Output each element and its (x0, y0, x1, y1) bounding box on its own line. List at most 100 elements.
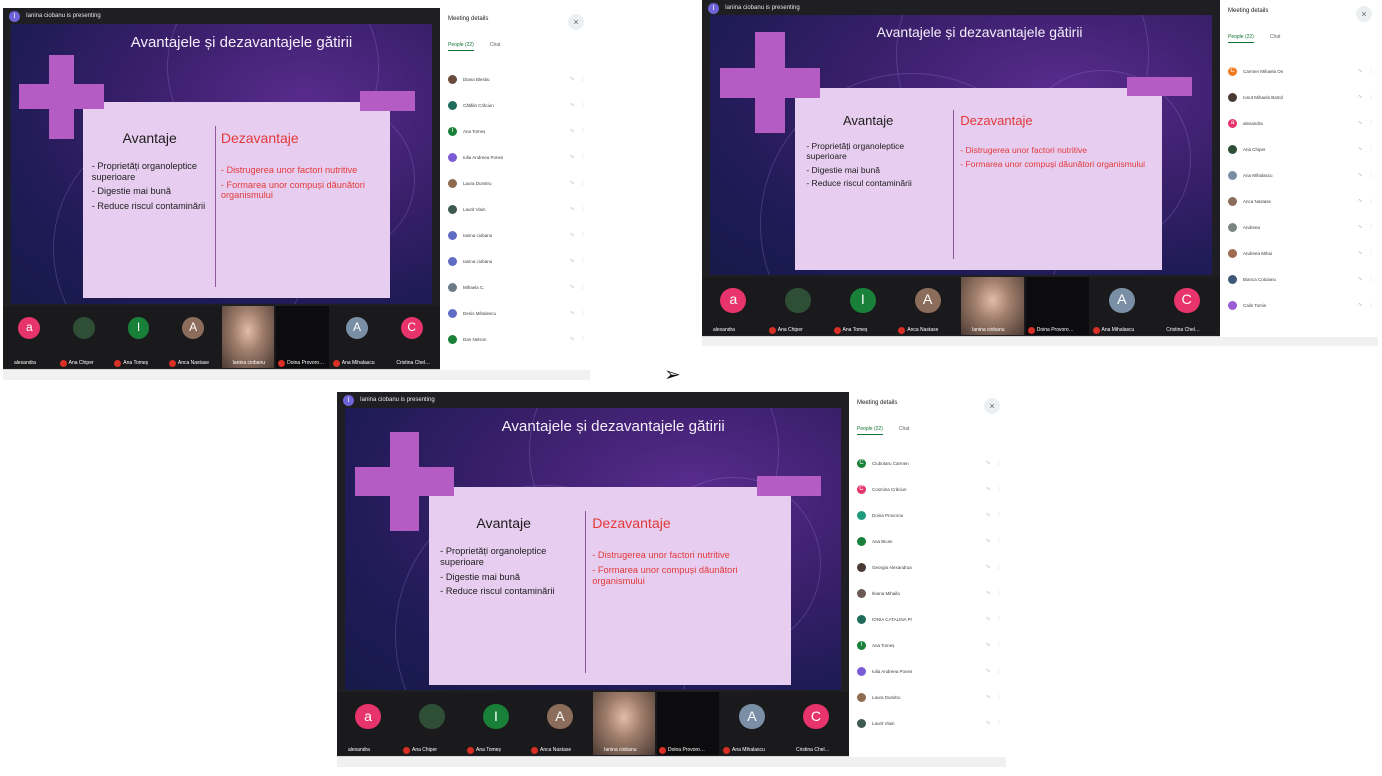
more-options-icon[interactable]: ⋮ (580, 180, 586, 186)
participant-tile[interactable]: Doina Provoro… (276, 306, 329, 368)
more-options-icon[interactable]: ⋮ (1368, 68, 1374, 74)
mic-icon[interactable]: ∿ (570, 154, 580, 160)
more-options-icon[interactable]: ⋮ (1368, 120, 1374, 126)
more-options-icon[interactable]: ⋮ (996, 486, 1002, 492)
participant-row[interactable]: C Cosmina Crăciun ∿ ⋮ (857, 476, 1002, 502)
more-options-icon[interactable]: ⋮ (580, 336, 586, 342)
participant-tile[interactable]: I Ana Tomeș (112, 306, 165, 368)
participant-tile[interactable]: Ianina ciobanu (221, 306, 275, 368)
participant-tile[interactable]: A Anca Nastase (167, 306, 220, 368)
mic-icon[interactable]: ∿ (570, 102, 580, 108)
tab-chat[interactable]: Chat (1270, 34, 1281, 43)
mic-icon[interactable]: ∿ (986, 564, 996, 570)
mic-icon[interactable]: ∿ (1358, 198, 1368, 204)
participant-row[interactable]: Laurit Vlain ∿ ⋮ (857, 710, 1002, 736)
more-options-icon[interactable]: ⋮ (996, 538, 1002, 544)
more-options-icon[interactable]: ⋮ (996, 564, 1002, 570)
more-options-icon[interactable]: ⋮ (996, 694, 1002, 700)
participant-tile[interactable]: Doina Provoro… (1025, 277, 1089, 335)
participant-tile[interactable]: C Cristina Chel… (785, 692, 847, 755)
mic-icon[interactable]: ∿ (570, 180, 580, 186)
more-options-icon[interactable]: ⋮ (580, 310, 586, 316)
participant-row[interactable]: C Ciubotaru Carmen ∿ ⋮ (857, 450, 1002, 476)
more-options-icon[interactable]: ⋮ (580, 154, 586, 160)
mic-icon[interactable]: ∿ (570, 206, 580, 212)
mic-icon[interactable]: ∿ (986, 694, 996, 700)
participant-tile[interactable]: A Ana Mihalascu (721, 692, 783, 755)
more-options-icon[interactable]: ⋮ (1368, 276, 1374, 282)
participant-tile[interactable]: A Ana Mihalascu (331, 306, 384, 368)
participant-tile[interactable]: Ianina ciobanu (593, 692, 655, 755)
mic-icon[interactable]: ∿ (1358, 224, 1368, 230)
tab-people[interactable]: People (22) (857, 426, 883, 435)
mic-icon[interactable]: ∿ (1358, 276, 1368, 282)
mic-icon[interactable]: ∿ (986, 538, 996, 544)
participant-row[interactable]: Calin Tomin ∿ ⋮ (1228, 292, 1374, 318)
mic-icon[interactable]: ∿ (986, 590, 996, 596)
mic-icon[interactable]: ∿ (1358, 94, 1368, 100)
more-options-icon[interactable]: ⋮ (580, 232, 586, 238)
mic-icon[interactable]: ∿ (1358, 68, 1368, 74)
mic-icon[interactable]: ∿ (986, 616, 996, 622)
participant-row[interactable]: Diana Blestiu ∿ ⋮ (448, 66, 586, 92)
mic-icon[interactable]: ∿ (1358, 120, 1368, 126)
mic-icon[interactable]: ∿ (986, 512, 996, 518)
more-options-icon[interactable]: ⋮ (1368, 198, 1374, 204)
participant-row[interactable]: Iulia Andreea Ponea ∿ ⋮ (857, 658, 1002, 684)
participant-tile[interactable]: a alexandra (337, 692, 399, 755)
participant-tile[interactable]: Ana Chiper (401, 692, 463, 755)
participant-row[interactable]: Laura Dumitru ∿ ⋮ (448, 170, 586, 196)
tab-people[interactable]: People (22) (1228, 34, 1254, 43)
mic-icon[interactable]: ∿ (1358, 302, 1368, 308)
more-options-icon[interactable]: ⋮ (996, 642, 1002, 648)
participant-row[interactable]: a alexandra ∿ ⋮ (1228, 110, 1374, 136)
participant-row[interactable]: Anca Nastase ∿ ⋮ (1228, 188, 1374, 214)
mic-icon[interactable]: ∿ (986, 720, 996, 726)
mic-icon[interactable]: ∿ (1358, 146, 1368, 152)
mic-icon[interactable]: ∿ (570, 232, 580, 238)
participant-tile[interactable]: A Ana Mihalascu (1091, 277, 1154, 335)
participant-row[interactable]: I Ana Tomeș ∿ ⋮ (448, 118, 586, 144)
mic-icon[interactable]: ∿ (986, 668, 996, 674)
participant-row[interactable]: Bianca Cotoianu ∿ ⋮ (1228, 266, 1374, 292)
participant-row[interactable]: Andreea Mihai ∿ ⋮ (1228, 240, 1374, 266)
participant-row[interactable]: I Ana Tomeș ∿ ⋮ (857, 632, 1002, 658)
more-options-icon[interactable]: ⋮ (580, 102, 586, 108)
participant-row[interactable]: Laura Dumitru ∿ ⋮ (857, 684, 1002, 710)
tab-chat[interactable]: Chat (490, 42, 501, 51)
mic-icon[interactable]: ∿ (1358, 172, 1368, 178)
more-options-icon[interactable]: ⋮ (1368, 94, 1374, 100)
mic-icon[interactable]: ∿ (570, 128, 580, 134)
close-panel-button[interactable]: × (1356, 6, 1372, 22)
mic-icon[interactable]: ∿ (570, 76, 580, 82)
participant-tile[interactable]: Ianina ciobanu (961, 277, 1024, 335)
more-options-icon[interactable]: ⋮ (580, 258, 586, 264)
participant-row[interactable]: Ana Bican ∿ ⋮ (857, 528, 1002, 554)
more-options-icon[interactable]: ⋮ (1368, 250, 1374, 256)
more-options-icon[interactable]: ⋮ (580, 206, 586, 212)
more-options-icon[interactable]: ⋮ (580, 76, 586, 82)
more-options-icon[interactable]: ⋮ (996, 720, 1002, 726)
close-panel-button[interactable]: × (568, 14, 584, 30)
participant-row[interactable]: Laurit Vlain ∿ ⋮ (448, 196, 586, 222)
participant-row[interactable]: Dan Nelson ∿ ⋮ (448, 326, 586, 352)
participant-row[interactable]: Cătălin Crăciun ∿ ⋮ (448, 92, 586, 118)
more-options-icon[interactable]: ⋮ (996, 512, 1002, 518)
participant-row[interactable]: Georgia Alexandrua ∿ ⋮ (857, 554, 1002, 580)
participant-tile[interactable]: C Cristina Chel… (385, 306, 438, 368)
mic-icon[interactable]: ∿ (986, 460, 996, 466)
close-panel-button[interactable]: × (984, 398, 1000, 414)
participant-row[interactable]: Ianina ciobanu ∿ ⋮ (448, 222, 586, 248)
participant-tile[interactable]: a alexandra (702, 277, 765, 335)
participant-tile[interactable]: A Anca Nastase (529, 692, 591, 755)
participant-row[interactable]: Ionut Mihaela Bartoloanu ∿⋮ (1228, 84, 1374, 110)
tab-chat[interactable]: Chat (899, 426, 910, 435)
participant-tile[interactable]: Ana Chiper (58, 306, 111, 368)
participant-tile[interactable]: C Cristina Chel… (1155, 277, 1218, 335)
more-options-icon[interactable]: ⋮ (1368, 224, 1374, 230)
participant-row[interactable]: Denis Mihalescu ∿ ⋮ (448, 300, 586, 326)
mic-icon[interactable]: ∿ (570, 284, 580, 290)
more-options-icon[interactable]: ⋮ (580, 128, 586, 134)
mic-icon[interactable]: ∿ (570, 336, 580, 342)
more-options-icon[interactable]: ⋮ (996, 590, 1002, 596)
